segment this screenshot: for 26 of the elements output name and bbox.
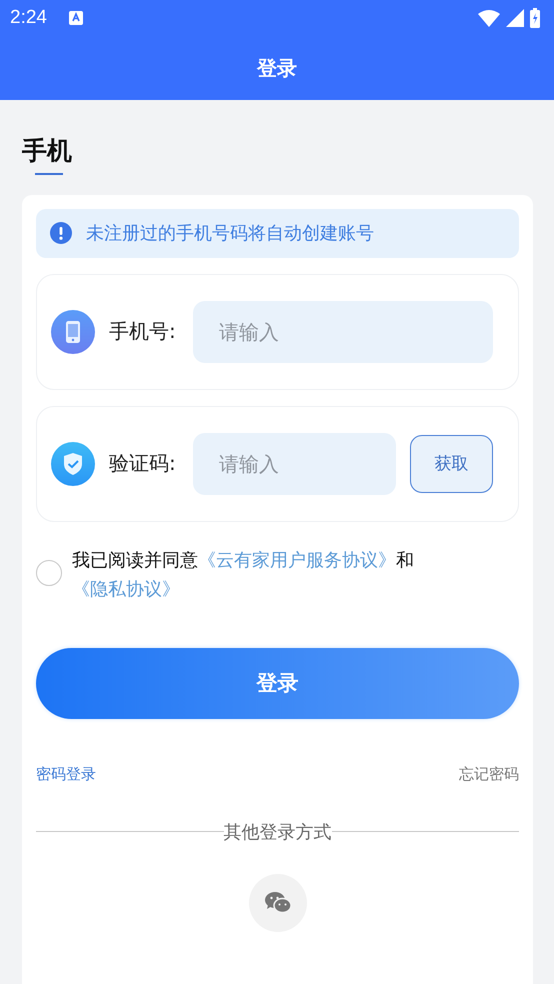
notice-text: 未注册过的手机号码将自动创建账号 bbox=[86, 222, 374, 245]
get-code-button[interactable]: 获取 bbox=[410, 434, 493, 492]
chat-bubbles-icon bbox=[264, 892, 290, 914]
forgot-password-link[interactable]: 忘记密码 bbox=[459, 764, 519, 784]
signal-icon bbox=[506, 9, 524, 27]
service-agreement-link[interactable]: 《云有家用户服务协议》 bbox=[198, 550, 396, 570]
phone-icon bbox=[51, 310, 95, 354]
info-icon bbox=[50, 222, 72, 244]
wifi-icon bbox=[478, 9, 500, 27]
title-underline bbox=[35, 173, 63, 174]
password-login-link[interactable]: 密码登录 bbox=[36, 764, 96, 784]
input-field[interactable]: 请输入 bbox=[192, 432, 396, 494]
other-login-label: 其他登录方式 bbox=[224, 820, 332, 844]
login-button[interactable]: 登录 bbox=[36, 648, 519, 718]
status-time: 2:24 bbox=[10, 7, 47, 29]
agreement-text: 我已阅读并同意《云有家用户服务协议》和 《隐私协议》 bbox=[72, 548, 415, 602]
privacy-policy-link[interactable]: 《隐私协议》 bbox=[72, 578, 180, 600]
shield-check-icon bbox=[51, 442, 95, 486]
header-title: 登录 bbox=[257, 54, 297, 82]
keyboard-notification-icon bbox=[68, 11, 83, 25]
input-field[interactable]: 请输入 bbox=[192, 300, 493, 362]
battery-icon bbox=[530, 8, 540, 28]
field-label: 手机号: bbox=[109, 318, 176, 345]
section-title: 手机 bbox=[22, 135, 72, 167]
field-label: 验证码: bbox=[109, 450, 176, 477]
agree-checkbox[interactable] bbox=[36, 560, 62, 586]
